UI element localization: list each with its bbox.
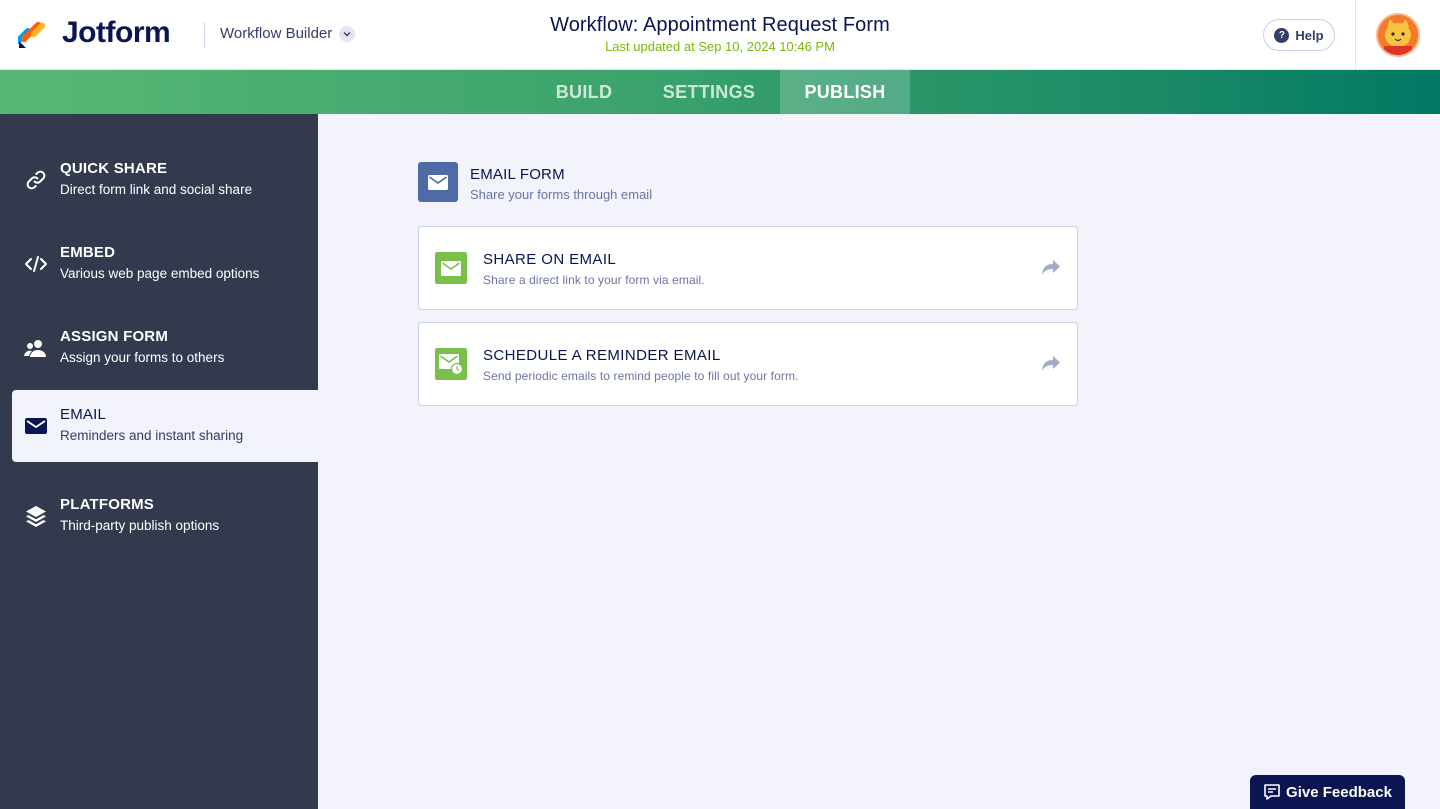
section-title: EMAIL FORM [470, 166, 565, 183]
layers-icon [24, 504, 48, 528]
sidebar-item-title: ASSIGN FORM [60, 328, 169, 345]
help-button[interactable]: ? Help [1263, 19, 1335, 51]
header-title-block: Workflow: Appointment Request Form Last … [420, 14, 1020, 54]
sidebar-item-assign-form[interactable]: ASSIGN FORM Assign your forms to others [12, 312, 318, 384]
help-label: Help [1295, 27, 1324, 43]
envelope-icon [435, 252, 467, 284]
schedule-reminder-email-card[interactable]: SCHEDULE A REMINDER EMAIL Send periodic … [418, 322, 1078, 406]
feedback-icon [1264, 784, 1280, 800]
sidebar-item-email[interactable]: EMAIL Reminders and instant sharing [12, 390, 318, 462]
sidebar-item-platforms[interactable]: PLATFORMS Third-party publish options [12, 480, 318, 552]
envelope-clock-icon [435, 348, 467, 380]
card-subtitle: Share a direct link to your form via ema… [483, 273, 705, 287]
top-header: Jotform Workflow Builder Workflow: Appoi… [0, 0, 1440, 70]
sidebar-item-subtitle: Third-party publish options [60, 518, 220, 533]
question-icon: ? [1274, 27, 1290, 43]
link-icon [24, 168, 48, 192]
builder-switcher-label: Workflow Builder [220, 25, 333, 42]
publish-sidebar: QUICK SHARE Direct form link and social … [0, 114, 318, 809]
give-feedback-label: Give Feedback [1286, 783, 1392, 801]
users-icon [24, 336, 48, 360]
envelope-icon [24, 414, 48, 438]
page-title: Workflow: Appointment Request Form [550, 14, 890, 36]
sidebar-item-subtitle: Reminders and instant sharing [60, 428, 244, 443]
sidebar-item-title: EMBED [60, 244, 116, 261]
sidebar-item-title: QUICK SHARE [60, 160, 168, 177]
header-divider [204, 22, 205, 48]
tab-publish-label: PUBLISH [804, 81, 886, 102]
jotform-logo-icon [15, 17, 48, 49]
sidebar-item-embed[interactable]: EMBED Various web page embed options [12, 228, 318, 300]
sidebar-item-quick-share[interactable]: QUICK SHARE Direct form link and social … [12, 144, 318, 216]
chevron-down-icon [339, 25, 356, 42]
card-subtitle: Send periodic emails to remind people to… [483, 369, 799, 383]
give-feedback-button[interactable]: Give Feedback [1250, 775, 1405, 809]
sidebar-item-title: EMAIL [60, 406, 107, 423]
share-arrow-icon [1042, 356, 1060, 371]
sidebar-item-subtitle: Various web page embed options [60, 266, 260, 281]
builder-switcher[interactable]: Workflow Builder [220, 25, 356, 42]
header-divider-right [1355, 0, 1356, 70]
brand-name: Jotform [62, 16, 171, 49]
builder-tabs: BUILD SETTINGS PUBLISH [0, 70, 1440, 114]
section-subtitle: Share your forms through email [470, 187, 653, 202]
last-updated-text: Last updated at Sep 10, 2024 10:46 PM [605, 39, 835, 54]
tab-build-label: BUILD [555, 81, 613, 102]
share-on-email-card[interactable]: SHARE ON EMAIL Share a direct link to yo… [418, 226, 1078, 310]
code-icon [24, 252, 48, 276]
sidebar-item-subtitle: Direct form link and social share [60, 182, 253, 197]
tab-publish[interactable]: PUBLISH [780, 70, 910, 114]
share-arrow-icon [1042, 260, 1060, 275]
sidebar-item-title: PLATFORMS [60, 496, 155, 513]
card-title: SCHEDULE A REMINDER EMAIL [483, 347, 721, 364]
envelope-icon [418, 162, 458, 202]
tab-build[interactable]: BUILD [530, 70, 638, 114]
avatar[interactable] [1376, 13, 1420, 57]
tab-settings-label: SETTINGS [662, 81, 756, 102]
jotform-logo[interactable]: Jotform [15, 16, 171, 50]
card-title: SHARE ON EMAIL [483, 251, 617, 268]
tab-settings[interactable]: SETTINGS [638, 70, 780, 114]
sidebar-item-subtitle: Assign your forms to others [60, 350, 225, 365]
